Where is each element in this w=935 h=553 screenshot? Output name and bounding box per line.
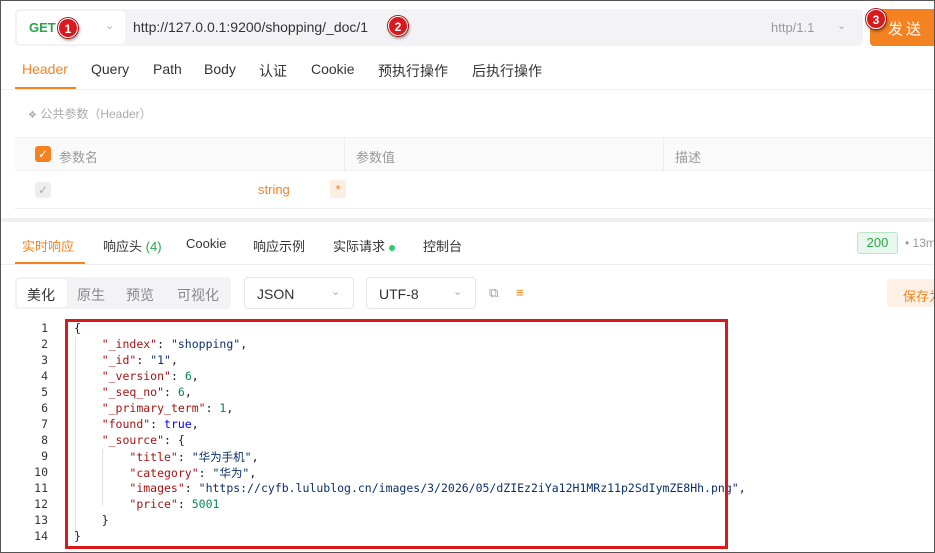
mode-beautify[interactable]: 美化 — [27, 285, 55, 305]
tab-console[interactable]: 控制台 — [423, 236, 462, 255]
active-tab-indicator — [15, 262, 85, 264]
response-time: • 13m — [905, 236, 935, 250]
save-as-button[interactable]: 保存为 — [887, 279, 934, 307]
line-number: 5 — [41, 385, 48, 399]
tab-header[interactable]: Header — [22, 61, 68, 77]
tab-cookie[interactable]: Cookie — [311, 61, 355, 77]
param-type[interactable]: string — [258, 182, 290, 197]
line-number: 11 — [34, 481, 48, 495]
table-row: ✓ string * — [15, 171, 934, 209]
line-number: 2 — [41, 337, 48, 351]
mode-visualize[interactable]: 可视化 — [177, 285, 219, 305]
line-number: 1 — [41, 321, 48, 335]
line-number: 6 — [41, 401, 48, 415]
chevron-down-icon: ⌄ — [837, 20, 847, 32]
line-number: 14 — [34, 529, 48, 543]
section-label: ❖ 公共参数（Header） — [28, 107, 152, 121]
encoding-select[interactable]: UTF-8 ⌄ — [366, 277, 476, 309]
annotation-badge-3: 3 — [866, 9, 886, 29]
wrap-lines-icon[interactable]: ≡ — [516, 285, 524, 300]
mode-preview[interactable]: 预览 — [126, 285, 154, 305]
response-tabs: 实时响应 响应头 (4) Cookie 响应示例 实际请求 控制台 200 • … — [1, 222, 935, 265]
params-table-header: ✓ 参数名 参数值 描述 — [15, 137, 934, 172]
url-input[interactable]: http://127.0.0.1:9200/shopping/_doc/1 — [133, 19, 368, 35]
tab-auth[interactable]: 认证 — [259, 61, 287, 81]
copy-icon[interactable]: ⧉ — [489, 285, 498, 301]
line-number: 9 — [41, 449, 48, 463]
column-divider — [663, 138, 664, 172]
required-toggle[interactable]: * — [330, 180, 346, 198]
annotation-badge-2: 2 — [388, 16, 408, 36]
line-number: 12 — [34, 497, 48, 511]
tab-response-headers[interactable]: 响应头 (4) — [103, 236, 162, 255]
tab-path[interactable]: Path — [153, 61, 182, 77]
link-icon: ❖ — [28, 110, 37, 121]
encoding-label: UTF-8 — [379, 286, 419, 302]
line-number: 7 — [41, 417, 48, 431]
tab-post-script[interactable]: 后执行操作 — [472, 61, 542, 81]
tab-response-cookie[interactable]: Cookie — [186, 236, 226, 251]
row-checkbox[interactable]: ✓ — [35, 182, 51, 198]
active-tab-indicator — [15, 87, 76, 89]
chevron-down-icon: ⌄ — [105, 20, 115, 32]
line-number: 3 — [41, 353, 48, 367]
tab-actual-request[interactable]: 实际请求 — [333, 236, 396, 255]
format-label: JSON — [257, 286, 295, 302]
tab-body[interactable]: Body — [204, 61, 236, 77]
select-all-checkbox[interactable]: ✓ — [35, 146, 51, 162]
tab-realtime-response[interactable]: 实时响应 — [22, 236, 74, 255]
line-number: 8 — [41, 433, 48, 447]
status-badge: 200 — [857, 232, 898, 254]
chevron-down-icon: ⌄ — [453, 286, 463, 298]
format-select[interactable]: JSON ⌄ — [244, 277, 354, 309]
mode-raw[interactable]: 原生 — [77, 285, 105, 305]
line-number: 10 — [34, 465, 48, 479]
status-dot-icon — [389, 244, 396, 251]
line-number: 4 — [41, 369, 48, 383]
api-client-window: GET ⌄ http://127.0.0.1:9200/shopping/_do… — [0, 0, 935, 553]
chevron-down-icon: ⌄ — [331, 286, 341, 298]
request-tabs: Header Query Path Body 认证 Cookie 预执行操作 后… — [1, 51, 934, 90]
annotation-badge-1: 1 — [58, 18, 78, 38]
tab-query[interactable]: Query — [91, 61, 129, 77]
column-divider — [344, 138, 345, 172]
column-header-desc: 描述 — [675, 150, 702, 165]
annotation-highlight-box — [65, 319, 728, 549]
tab-pre-script[interactable]: 预执行操作 — [378, 61, 448, 81]
column-header-name: 参数名 — [59, 150, 99, 165]
method-label: GET — [29, 20, 56, 35]
tab-response-example[interactable]: 响应示例 — [253, 236, 305, 255]
protocol-select[interactable]: http/1.1 — [771, 20, 814, 35]
line-number: 13 — [34, 513, 48, 527]
column-header-value: 参数值 — [356, 150, 396, 165]
url-bar: GET ⌄ http://127.0.0.1:9200/shopping/_do… — [15, 9, 863, 46]
view-mode-switch: 美化 原生 预览 可视化 — [15, 277, 231, 309]
